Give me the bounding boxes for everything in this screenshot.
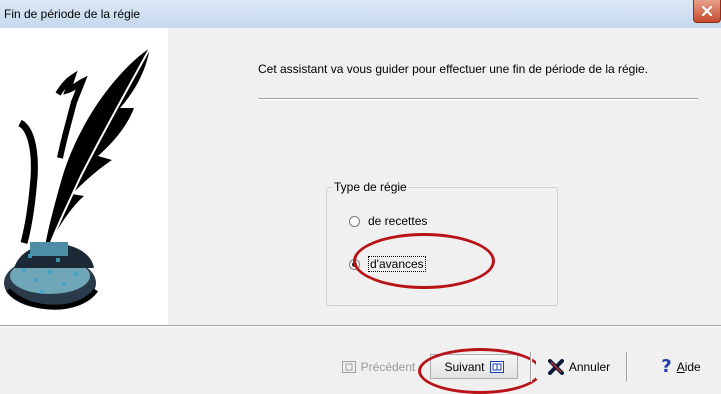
radio-recettes[interactable]: de recettes (349, 214, 427, 228)
regie-type-group: Type de régie de recettes d'avances (326, 180, 558, 306)
previous-button[interactable]: Précédent (330, 354, 427, 379)
wizard-content: Cet assistant va vous guider pour effect… (168, 28, 721, 325)
previous-icon (341, 360, 356, 373)
divider (258, 98, 698, 100)
next-button[interactable]: Suivant (430, 354, 518, 379)
button-separator (626, 352, 628, 382)
help-button[interactable]: ? Aide (648, 354, 714, 379)
footer-divider (0, 325, 721, 327)
next-label: Suivant (444, 359, 485, 374)
group-title: Type de régie (333, 180, 408, 194)
close-icon (702, 6, 712, 16)
radio-label[interactable]: de recettes (368, 214, 427, 228)
window-title: Fin de période de la régie (4, 7, 141, 21)
previous-label: Précédent (360, 359, 416, 374)
radio-button[interactable] (349, 215, 360, 227)
close-button[interactable] (693, 0, 721, 23)
help-question-icon: ? (661, 356, 672, 377)
title-bar: Fin de période de la régie (0, 0, 721, 29)
cancel-label: Annuler (568, 359, 611, 374)
radio-button[interactable] (349, 258, 360, 270)
quill-ink-icon (4, 47, 151, 310)
wizard-image-panel (0, 28, 168, 325)
next-icon (489, 360, 504, 373)
radio-label[interactable]: d'avances (368, 256, 426, 272)
cancel-button[interactable]: Annuler (536, 354, 622, 379)
help-label: Aide (676, 359, 701, 374)
cancel-x-icon (547, 358, 564, 375)
radio-avances[interactable]: d'avances (349, 256, 426, 272)
button-separator (530, 352, 532, 382)
intro-text: Cet assistant va vous guider pour effect… (258, 62, 649, 76)
